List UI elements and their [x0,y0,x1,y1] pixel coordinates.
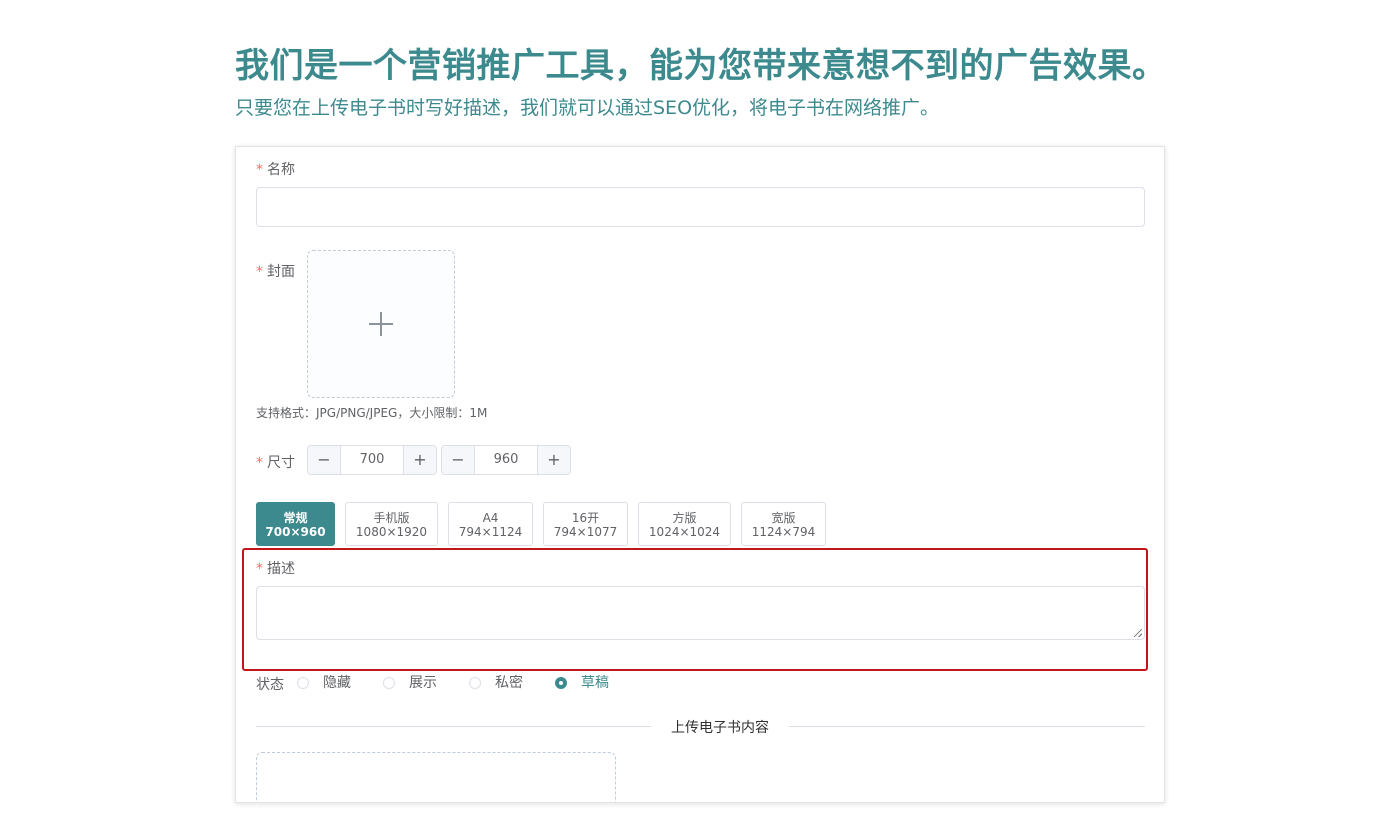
preset-name: 16开 [571,511,600,525]
preset-square-button[interactable]: 方版 1024×1024 [638,502,731,546]
description-textarea[interactable] [256,586,1145,640]
radio-checked-icon [555,677,567,689]
size-label: * 尺寸 [256,452,295,472]
hero-title: 我们是一个营销推广工具，能为您带来意想不到的广告效果。 [235,46,1167,86]
width-decrement-button[interactable]: − [308,446,341,474]
required-mark: * [256,455,263,471]
resize-handle-icon[interactable] [1134,629,1142,637]
upload-section-title: 上传电子书内容 [651,717,789,737]
page: 我们是一个营销推广工具，能为您带来意想不到的广告效果。 只要您在上传电子书时写好… [0,0,1400,831]
preset-name: 常规 [283,511,308,525]
required-mark: * [256,264,263,280]
radio-label: 隐藏 [323,675,351,691]
radio-circle-icon [469,677,481,689]
status-radio-group: 状态 隐藏 展示 私密 草稿 [256,674,1145,694]
preset-dims: 1124×794 [751,525,816,539]
preset-name: 手机版 [373,511,410,525]
height-increment-button[interactable]: + [537,446,570,474]
preset-name: A4 [482,511,499,525]
preset-name: 宽版 [771,511,796,525]
width-increment-button[interactable]: + [403,446,436,474]
width-value[interactable]: 700 [341,446,403,474]
size-label-text: 尺寸 [267,455,295,471]
preset-dims: 700×960 [265,525,326,539]
name-label: * 名称 [256,159,295,179]
radio-label: 私密 [495,675,523,691]
preset-regular-button[interactable]: 常规 700×960 [256,502,335,546]
description-label-text: 描述 [267,561,295,577]
preset-16k-button[interactable]: 16开 794×1077 [543,502,628,546]
plus-icon [369,312,393,336]
height-decrement-button[interactable]: − [442,446,475,474]
radio-label: 草稿 [581,675,609,691]
required-mark: * [256,561,263,577]
status-label: 状态 [256,677,284,693]
cover-label-text: 封面 [267,264,295,280]
ebook-form-card: * 名称 * 封面 支持格式：JPG/PNG/JPEG，大小限制：1M * 尺寸 − … [235,146,1165,803]
preset-dims: 1080×1920 [355,525,428,539]
cover-uploader[interactable] [307,250,455,398]
preset-dims: 794×1124 [458,525,523,539]
ebook-content-uploader[interactable] [256,752,616,802]
preset-dims: 1024×1024 [648,525,721,539]
preset-dims: 794×1077 [553,525,618,539]
required-mark: * [256,162,263,178]
height-value[interactable]: 960 [475,446,537,474]
radio-circle-icon [383,677,395,689]
preset-name: 方版 [672,511,697,525]
name-input[interactable] [256,187,1145,227]
height-stepper: − 960 + [441,445,571,475]
name-label-text: 名称 [267,162,295,178]
preset-mobile-button[interactable]: 手机版 1080×1920 [345,502,438,546]
preset-wide-button[interactable]: 宽版 1124×794 [741,502,826,546]
radio-label: 展示 [409,675,437,691]
radio-circle-icon [297,677,309,689]
preset-a4-button[interactable]: A4 794×1124 [448,502,533,546]
description-label: * 描述 [256,558,295,578]
cover-format-hint: 支持格式：JPG/PNG/JPEG，大小限制：1M [256,406,488,420]
cover-label: * 封面 [256,261,295,281]
width-stepper: − 700 + [307,445,437,475]
hero-subtitle: 只要您在上传电子书时写好描述，我们就可以通过SEO优化，将电子书在网络推广。 [235,97,940,119]
